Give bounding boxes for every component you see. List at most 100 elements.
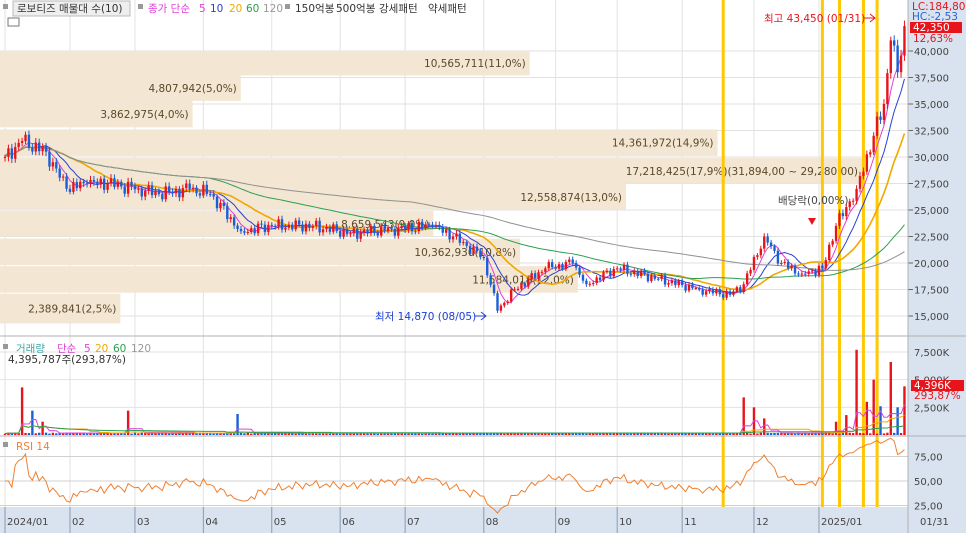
candle-body	[209, 193, 212, 195]
candle-body	[304, 223, 308, 232]
candle-body	[400, 225, 403, 228]
volume-bar	[855, 349, 858, 435]
volume-bar	[899, 433, 903, 435]
candle-body	[380, 226, 383, 236]
volume-bar	[533, 433, 537, 435]
volume-bar	[749, 433, 752, 435]
candle-body	[786, 261, 790, 269]
legend-bear-pattern[interactable]: 약세패턴	[428, 3, 467, 15]
candle-body	[540, 271, 544, 273]
ma-label[interactable]: 종가 단순	[148, 3, 190, 15]
candle-body	[551, 262, 554, 268]
candle-body	[349, 233, 352, 235]
volume-bar	[31, 410, 34, 435]
panel-menu-icon[interactable]	[7, 17, 20, 27]
ma5-label[interactable]: 5	[199, 3, 206, 15]
volume-bar	[585, 433, 588, 435]
x-tick-label: 12	[756, 517, 769, 528]
candle-body	[246, 231, 250, 233]
candle-body	[619, 268, 622, 270]
volume-bar	[793, 433, 797, 435]
candle-body	[362, 229, 366, 233]
volume-bar	[55, 433, 58, 435]
candle-body	[431, 224, 434, 226]
candle-body	[725, 291, 728, 298]
candle-body	[732, 291, 735, 295]
candle-body	[369, 225, 373, 234]
rsi-title[interactable]: RSI 14	[16, 441, 50, 453]
candle-body	[588, 283, 592, 285]
volume-bar	[831, 433, 834, 435]
price-tick-label: 30,000	[914, 153, 949, 164]
candle-body	[578, 267, 581, 275]
legend-bullet-icon	[3, 344, 8, 349]
volume-ma120[interactable]: 120	[131, 343, 151, 355]
candle-body	[89, 179, 92, 184]
volume-bar	[851, 433, 855, 435]
candle-body	[397, 227, 400, 236]
candle-body	[756, 255, 759, 257]
candle-body	[72, 182, 75, 192]
candle-body	[773, 246, 776, 251]
candle-body	[116, 182, 120, 187]
candle-body	[479, 251, 482, 258]
candle-body	[123, 186, 126, 194]
candle-body	[544, 268, 547, 272]
volume-bar	[872, 379, 875, 435]
candle-body	[85, 183, 89, 185]
candle-body	[561, 264, 564, 269]
candle-body	[595, 277, 598, 283]
x-tick-label: 2025/01	[821, 517, 863, 528]
candle-body	[164, 186, 167, 200]
volume-bar	[875, 433, 879, 435]
chart-title: 로보티즈 매물대 수(10)	[17, 3, 123, 15]
volume-bar	[38, 432, 41, 435]
volume-tick-label: 7,500K	[914, 348, 950, 359]
volume-bar	[92, 433, 96, 435]
candle-body	[390, 227, 393, 230]
ma120-label[interactable]: 120	[263, 3, 283, 15]
candle-body	[174, 188, 178, 194]
candle-body	[715, 289, 718, 294]
last-date-label: 01/31	[920, 517, 949, 528]
low-annotation: 최저 14,870 (08/05)	[375, 311, 476, 323]
x-tick-label: 02	[72, 517, 85, 528]
candle-body	[523, 283, 527, 287]
candle-body	[20, 141, 24, 143]
volume-bar	[578, 433, 581, 435]
ma60-label[interactable]: 60	[246, 3, 259, 15]
legend-500-candle[interactable]: 500억봉	[336, 3, 376, 15]
volume-bar	[629, 433, 633, 435]
legend-bullet-icon	[138, 4, 143, 9]
candle-body	[533, 273, 537, 279]
price-tick-label: 15,000	[914, 312, 949, 323]
legend-bullet-icon	[3, 442, 8, 447]
candle-body	[718, 289, 721, 295]
candle-body	[903, 26, 906, 56]
candle-body	[202, 184, 205, 196]
candle-body	[55, 162, 58, 169]
stock-chart[interactable]: 10,565,711(11,0%) 4,807,942(5,0%) 3,862,97…	[0, 0, 966, 533]
volume-bar	[540, 433, 544, 435]
candle-body	[24, 134, 27, 142]
candle-body	[879, 116, 882, 120]
volume-bar	[421, 433, 424, 435]
candle-body	[236, 225, 239, 230]
volume-bar	[44, 432, 48, 435]
candle-body	[226, 205, 229, 220]
candle-body	[113, 178, 116, 187]
candle-body	[763, 236, 766, 249]
ma10-label[interactable]: 10	[210, 3, 223, 15]
candle-body	[865, 154, 869, 172]
ma20-label[interactable]: 20	[229, 3, 242, 15]
volume-profile-band	[0, 129, 718, 156]
candle-body	[133, 186, 137, 190]
candle-body	[297, 220, 301, 225]
candle-body	[814, 270, 817, 276]
candle-body	[318, 220, 321, 233]
candle-body	[280, 219, 284, 230]
legend-bull-pattern[interactable]: 강세패턴	[379, 3, 418, 15]
candle-body	[140, 188, 143, 197]
legend-150-candle[interactable]: 150억봉	[295, 3, 335, 15]
x-tick-label: 08	[486, 517, 499, 528]
